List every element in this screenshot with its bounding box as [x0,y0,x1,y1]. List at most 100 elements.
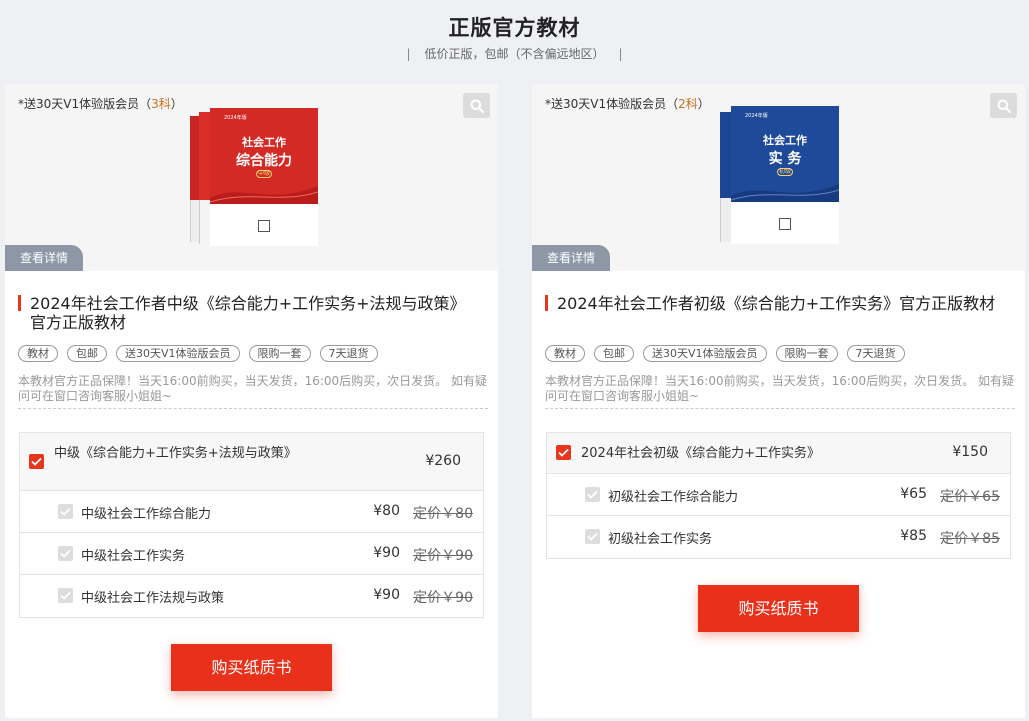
checkbox-disabled [585,486,600,502]
subtitle-text: 低价正版，包邮（不含偏远地区） [424,47,605,61]
tag: 包邮 [594,345,634,362]
tag: 包邮 [67,345,107,362]
option-main[interactable]: 2024年社会初级《综合能力+工作实务》 ¥150 [547,433,1010,474]
check-icon [587,490,598,499]
page-title: 正版官方教材 [448,16,581,40]
option-name: 中级社会工作法规与政策 [81,591,225,606]
product-title: 2024年社会工作者初级《综合能力+工作实务》官方正版教材 [545,294,1005,313]
book-edition: 2024年版 [224,115,247,121]
option-sub: 中级社会工作综合能力 ¥80 定价￥80 [20,491,483,533]
option-original-price: 定价￥85 [940,531,1000,547]
product-card-intermediate: *送30天V1体验版会员（3科） 2024年版 社会工作 综合能力 中级 查看详… [5,84,498,718]
qr-code-icon [779,218,791,230]
option-name: 中级社会工作综合能力 [81,507,212,522]
book-level: 初级 [777,168,793,176]
option-original-price: 定价￥80 [413,506,473,522]
checkbox-checked[interactable] [556,445,571,460]
view-details-button[interactable]: 查看详情 [5,245,83,271]
search-icon [470,99,484,113]
tag: 送30天V1体验版会员 [643,345,767,362]
promo-label: *送30天V1体验版会员（ [18,97,152,111]
option-price: ¥90 [373,545,400,561]
promo-count: 3科 [151,97,171,111]
promo-count: 2科 [678,97,698,111]
option-sub: 初级社会工作实务 ¥85 定价￥85 [547,516,1010,558]
promo-label: *送30天V1体验版会员（ [545,97,679,111]
check-icon [587,532,598,541]
book-wave [210,186,318,204]
qr-code-icon [258,220,270,232]
book-title-line1: 社会工作 [763,134,807,147]
product-description: 本教材官方正品保障！当天16:00前购买，当天发货，16:00后购买，次日发货。… [545,374,1015,409]
option-price: ¥85 [900,528,927,544]
zoom-button[interactable] [990,93,1017,118]
product-image-area[interactable]: *送30天V1体验版会员（2科） 2024年版 社会工作 实 务 初级 查看详情 [532,84,1025,271]
book-cover: 2024年版 社会工作 综合能力 中级 [210,108,318,246]
checkbox-disabled [585,529,600,544]
option-name: 2024年社会初级《综合能力+工作实务》 [581,446,820,461]
checkbox-checked[interactable] [29,453,44,469]
book-cover-bottom [210,204,318,246]
book-wave [731,184,839,202]
search-icon [997,99,1011,113]
tag-list: 教材 包邮 送30天V1体验版会员 限购一套 7天退货 [18,345,378,362]
buy-paper-book-button[interactable]: 购买纸质书 [698,585,859,632]
tag: 7天退货 [319,345,378,362]
option-original-price: 定价￥90 [413,590,473,606]
book-cover: 2024年版 社会工作 实 务 初级 [731,106,839,244]
check-icon [60,549,71,558]
tag: 教材 [545,345,585,362]
product-image-area[interactable]: *送30天V1体验版会员（3科） 2024年版 社会工作 综合能力 中级 查看详… [5,84,498,271]
book-level: 中级 [256,170,272,178]
promo-close: ） [170,97,183,111]
option-name: 中级《综合能力+工作实务+法规与政策》 [54,446,297,461]
tag: 限购一套 [248,345,311,362]
product-description: 本教材官方正品保障！当天16:00前购买，当天发货，16:00后购买，次日发货。… [18,374,488,409]
book-spine-bottom [199,200,210,244]
option-name: 初级社会工作实务 [608,532,713,547]
book-title-line2: 实 务 [768,151,802,167]
promo-text: *送30天V1体验版会员（3科） [18,95,183,112]
product-title: 2024年社会工作者中级《综合能力+工作实务+法规与政策》官方正版教材 [18,294,478,332]
checkbox-disabled [58,503,73,519]
checkbox-disabled [58,545,73,561]
book-spine-bottom [720,198,731,242]
option-sub: 中级社会工作实务 ¥90 定价￥90 [20,533,483,575]
option-name: 中级社会工作实务 [81,549,186,564]
option-price: ¥150 [952,444,988,460]
tag: 教材 [18,345,58,362]
checkbox-disabled [58,588,73,603]
option-price: ¥80 [373,503,400,519]
book-edition: 2024年版 [745,113,768,119]
promo-text: *送30天V1体验版会员（2科） [545,95,710,112]
tag: 限购一套 [775,345,838,362]
view-details-button[interactable]: 查看详情 [532,245,610,271]
option-original-price: 定价￥90 [413,548,473,564]
book-title-line1: 社会工作 [242,136,286,149]
book-title-line2: 综合能力 [236,153,292,169]
page-header: 正版官方教材 | 低价正版，包邮（不含偏远地区） | [0,0,1029,80]
option-price: ¥65 [900,486,927,502]
option-price: ¥90 [373,587,400,603]
check-icon [60,507,71,516]
option-list: 2024年社会初级《综合能力+工作实务》 ¥150 初级社会工作综合能力 ¥65… [546,432,1011,559]
option-original-price: 定价￥65 [940,489,1000,505]
divider: | [406,47,411,61]
check-icon [31,457,42,466]
tag: 7天退货 [846,345,905,362]
tag: 送30天V1体验版会员 [116,345,240,362]
tag-list: 教材 包邮 送30天V1体验版会员 限购一套 7天退货 [545,345,905,362]
option-price: ¥260 [425,452,461,469]
zoom-button[interactable] [463,93,490,118]
option-main[interactable]: 中级《综合能力+工作实务+法规与政策》 ¥260 [20,433,483,491]
buy-paper-book-button[interactable]: 购买纸质书 [171,644,332,691]
option-list: 中级《综合能力+工作实务+法规与政策》 ¥260 中级社会工作综合能力 ¥80 … [19,432,484,618]
option-name: 初级社会工作综合能力 [608,490,739,505]
option-sub: 初级社会工作综合能力 ¥65 定价￥65 [547,474,1010,516]
divider: | [618,47,623,61]
check-icon [558,448,569,457]
product-card-junior: *送30天V1体验版会员（2科） 2024年版 社会工作 实 务 初级 查看详情… [532,84,1025,718]
page-subtitle: | 低价正版，包邮（不含偏远地区） | [0,45,1029,62]
book-cover-bottom [731,202,839,244]
option-sub: 中级社会工作法规与政策 ¥90 定价￥90 [20,575,483,617]
